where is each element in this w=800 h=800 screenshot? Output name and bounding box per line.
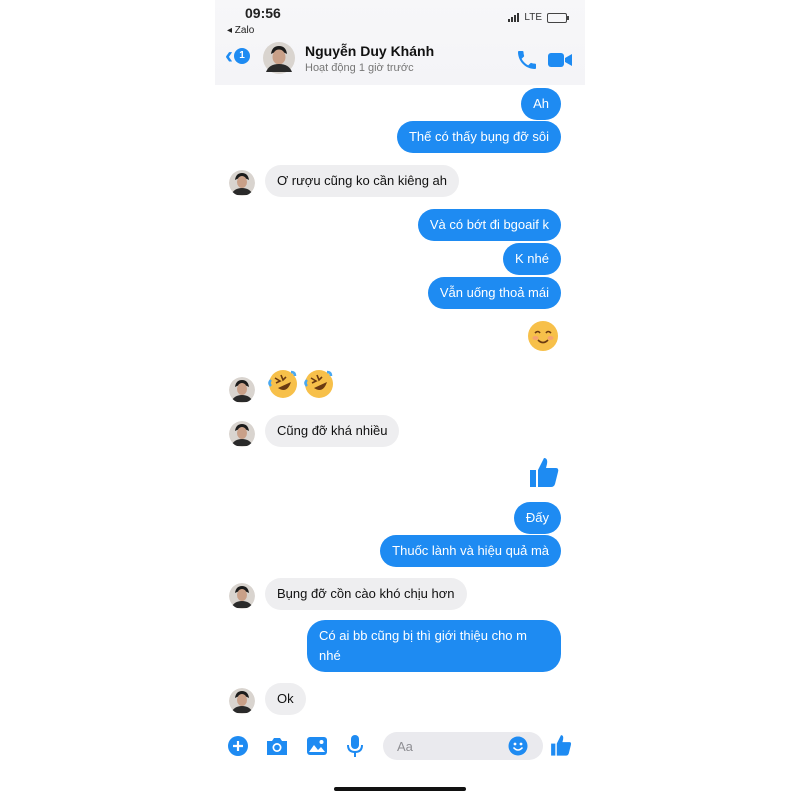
contact-name[interactable]: Nguyễn Duy Khánh [305, 43, 434, 59]
contact-status: Hoạt động 1 giờ trước [305, 62, 414, 74]
home-indicator[interactable] [334, 787, 466, 791]
smiling-face-icon[interactable] [527, 320, 559, 352]
video-call-icon[interactable] [547, 50, 573, 70]
avatar[interactable] [229, 583, 255, 609]
signal-icon [508, 13, 520, 22]
message-bubble-incoming[interactable]: Ơ rượu cũng ko cần kiêng ah [265, 165, 460, 197]
back-to-app-link[interactable]: ◂ Zalo [227, 25, 254, 36]
message-bubble-outgoing[interactable]: Và có bớt đi bgoaif k [417, 209, 561, 241]
battery-icon [547, 12, 569, 23]
message-bubble-outgoing[interactable]: Ah [521, 88, 561, 120]
message-bubble-outgoing[interactable]: Thế có thấy bụng đỡ sôi [396, 121, 561, 153]
rolling-laughing-icon[interactable] [267, 368, 299, 400]
message-bubble-outgoing[interactable]: Có ai bb cũng bị thì giới thiệu cho m nh… [307, 620, 561, 672]
message-bubble-outgoing[interactable]: K nhé [503, 243, 561, 275]
message-bubble-outgoing[interactable]: Đấy [513, 502, 561, 534]
microphone-icon[interactable] [347, 734, 363, 758]
status-indicators: LTE [508, 12, 569, 23]
messenger-screen: 09:56 ◂ Zalo LTE ‹ 1 Nguyễn Duy Khánh Ho… [215, 0, 585, 800]
status-time: 09:56 [245, 5, 281, 21]
phone-icon[interactable] [515, 48, 539, 72]
message-bubble-incoming[interactable]: Ok [265, 683, 306, 715]
chat-header: ‹ 1 Nguyễn Duy Khánh Hoạt động 1 giờ trư… [215, 38, 585, 82]
unread-count-badge: 1 [234, 48, 250, 64]
message-bubble-incoming[interactable]: Bụng đỡ cồn cào khó chịu hơn [265, 578, 467, 610]
image-icon[interactable] [305, 735, 329, 757]
avatar[interactable] [229, 170, 255, 196]
like-icon[interactable] [549, 733, 573, 757]
avatar[interactable] [263, 42, 295, 74]
camera-icon[interactable] [265, 735, 289, 757]
plus-icon[interactable] [227, 735, 249, 757]
avatar[interactable] [229, 421, 255, 447]
avatar[interactable] [229, 688, 255, 714]
avatar[interactable] [229, 377, 255, 403]
composer-bar [215, 722, 585, 770]
back-button[interactable]: ‹ 1 [225, 42, 250, 69]
message-bubble-outgoing[interactable]: Vẫn uống thoả mái [427, 277, 561, 309]
message-bubble-outgoing[interactable]: Thuốc lành và hiệu quả mà [380, 535, 561, 567]
emoji-icon[interactable] [508, 736, 528, 756]
message-bubble-incoming[interactable]: Cũng đỡ khá nhiều [265, 415, 400, 447]
network-label: LTE [524, 12, 542, 23]
rolling-laughing-icon[interactable] [303, 368, 335, 400]
thumbs-up-icon[interactable] [527, 455, 561, 489]
chevron-left-icon: ‹ [225, 42, 233, 69]
